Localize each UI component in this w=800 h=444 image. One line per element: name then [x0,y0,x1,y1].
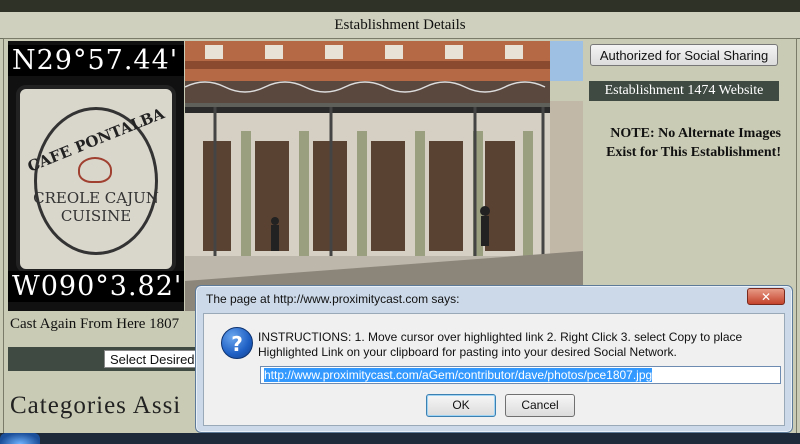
start-button-icon[interactable] [0,433,40,444]
longitude-label: W090°3.82' [8,271,184,302]
establishment-website-link[interactable]: Establishment 1474 Website [589,81,779,101]
url-selected-text: http://www.proximitycast.com/aGem/contri… [264,368,653,382]
dialog-title: The page at http://www.proximitycast.com… [206,292,460,306]
url-field[interactable]: http://www.proximitycast.com/aGem/contri… [260,366,781,384]
crawfish-icon [78,157,112,183]
taskbar [0,433,800,444]
building-illustration [185,41,583,311]
close-icon[interactable]: ✕ [747,288,785,305]
establishment-sign-image: N29°57.44' CAFE PONTALBA CREOLE CAJUN CU… [8,41,184,311]
sign-board: CAFE PONTALBA CREOLE CAJUN CUISINE [16,85,176,273]
establishment-photo [185,41,583,311]
page-title: Establishment Details [0,12,800,39]
ok-button[interactable]: OK [426,394,496,417]
cast-again-link[interactable]: Cast Again From Here 1807 [10,316,179,333]
select-desired-dropdown[interactable]: Select Desired [104,350,200,368]
authorized-social-sharing-button[interactable]: Authorized for Social Sharing [590,44,778,66]
sign-cuisine-line1: CREOLE CAJUN [33,189,159,207]
categories-heading: Categories Assi [10,392,182,419]
top-strip [0,0,800,12]
alternate-images-note: NOTE: No Alternate Images Exist for This… [606,126,781,160]
page: Establishment Details N29°57.44' CAFE PO… [0,0,800,444]
latitude-label: N29°57.44' [8,45,184,76]
alert-dialog: The page at http://www.proximitycast.com… [195,285,793,433]
question-icon: ? [221,327,253,359]
dialog-body: ? INSTRUCTIONS: 1. Move cursor over high… [203,313,785,426]
sign-cuisine-line2: CUISINE [60,207,132,225]
sign-cuisine: CREOLE CAJUN CUISINE [20,189,172,225]
cancel-button[interactable]: Cancel [505,394,575,417]
instructions-text: INSTRUCTIONS: 1. Move cursor over highli… [258,330,743,359]
